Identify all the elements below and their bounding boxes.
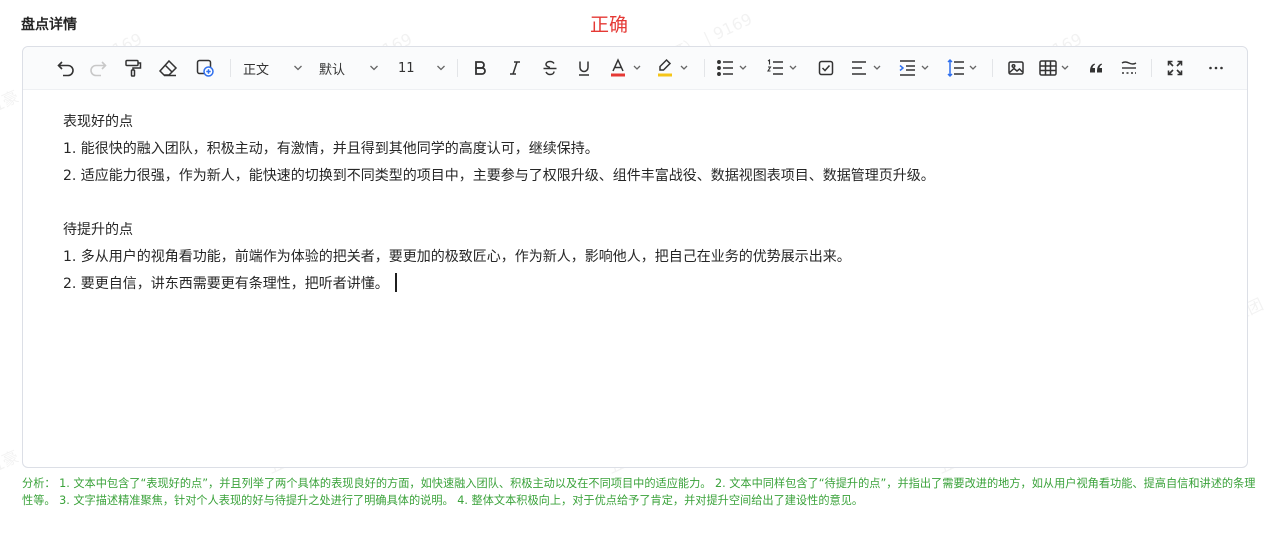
table-icon[interactable] [1037, 55, 1073, 81]
toolbar-divider [992, 59, 993, 77]
italic-icon[interactable] [504, 55, 526, 81]
ordered-list-icon[interactable] [765, 55, 801, 81]
undo-icon[interactable] [55, 55, 77, 81]
page-title: 盘点详情 [21, 17, 77, 33]
font-family-value: 默认 [319, 62, 346, 78]
insert-block-icon[interactable] [194, 55, 216, 81]
align-icon[interactable] [849, 55, 885, 81]
toolbar-divider [457, 59, 458, 77]
bold-icon[interactable] [469, 55, 491, 81]
image-icon[interactable] [1005, 55, 1027, 81]
indent-icon[interactable] [897, 55, 933, 81]
font-family-select[interactable]: 默认 [319, 55, 379, 81]
toolbar-divider [1151, 59, 1152, 77]
paragraph-style-select[interactable]: 正文 [243, 55, 303, 81]
format-painter-icon[interactable] [122, 55, 144, 81]
more-icon[interactable] [1205, 55, 1227, 81]
editor-content[interactable]: 表现好的点 1. 能很快的融入团队，积极主动，有激情，并且得到其他同学的高度认可… [63, 109, 1227, 298]
quote-icon[interactable] [1085, 55, 1107, 81]
chevron-down-icon [294, 65, 302, 71]
line-height-icon[interactable] [945, 55, 981, 81]
section-heading: 待提升的点 [63, 222, 133, 238]
strikethrough-icon[interactable] [539, 55, 561, 81]
empty-line [63, 190, 1227, 217]
list-item-with-caret: 2. 要更自信，讲东西需要更有条理性，把听者讲懂。 [63, 271, 1227, 298]
text-caret [394, 273, 397, 292]
list-item: 2. 要更自信，讲东西需要更有条理性，把听者讲懂。 [63, 276, 389, 292]
list-item: 2. 适应能力很强，作为新人，能快速的切换到不同类型的项目中，主要参与了权限升级… [63, 168, 935, 184]
toolbar-divider [230, 59, 231, 77]
highlight-icon[interactable] [655, 55, 693, 81]
bullet-list-icon[interactable] [715, 55, 751, 81]
status-label: 正确 [590, 14, 629, 36]
toolbar-divider [704, 59, 705, 77]
list-item: 1. 多从用户的视角看功能，前端作为体验的把关者，要更加的极致匠心，作为新人，影… [63, 249, 851, 265]
font-size-select[interactable]: 11 [398, 55, 446, 81]
rich-text-editor[interactable]: 正文 默认 11 表现好的点 1. 能很快的融入团队，积极主动，有激情，并且得到… [22, 46, 1248, 468]
redo-icon[interactable] [87, 55, 109, 81]
checklist-icon[interactable] [815, 55, 837, 81]
underline-icon[interactable] [573, 55, 595, 81]
chevron-down-icon [370, 65, 378, 71]
section-heading: 表现好的点 [63, 114, 133, 130]
analysis-text: 分析： 1. 文本中包含了“表现好的点”，并且列举了两个具体的表现良好的方面，如… [22, 477, 1256, 507]
fullscreen-icon[interactable] [1164, 55, 1186, 81]
divider-icon[interactable] [1118, 55, 1140, 81]
font-size-value: 11 [398, 60, 415, 76]
chevron-down-icon [437, 65, 445, 71]
font-color-icon[interactable] [608, 55, 646, 81]
list-item: 1. 能很快的融入团队，积极主动，有激情，并且得到其他同学的高度认可，继续保持。 [63, 141, 599, 157]
editor-toolbar: 正文 默认 11 [23, 47, 1247, 90]
paragraph-style-value: 正文 [243, 62, 270, 78]
eraser-icon[interactable] [157, 55, 179, 81]
